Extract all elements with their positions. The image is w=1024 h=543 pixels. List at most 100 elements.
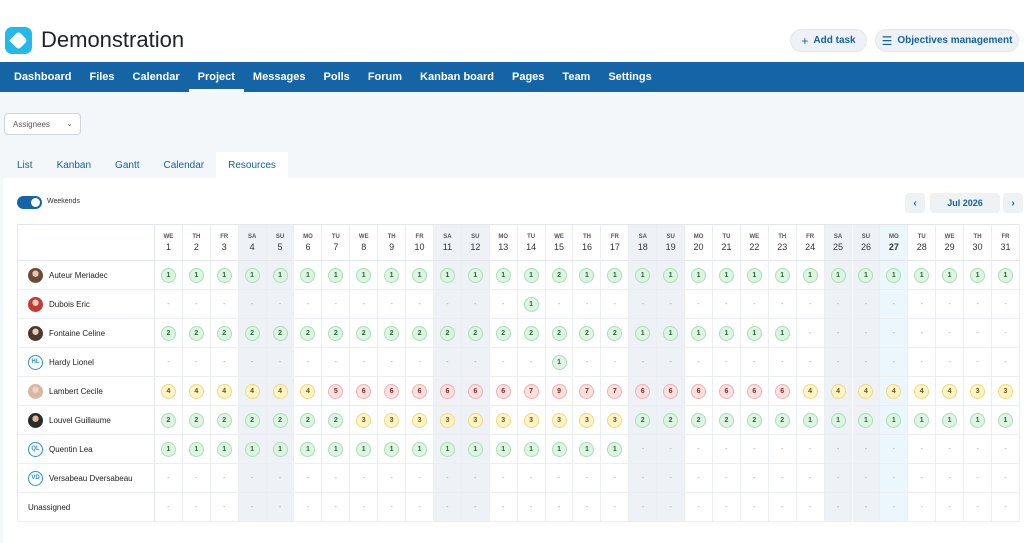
workload-cell[interactable]: 2 (573, 319, 602, 348)
workload-cell[interactable]: 2 (657, 406, 686, 435)
workload-cell[interactable]: - (880, 493, 909, 522)
workload-cell[interactable]: - (852, 464, 881, 493)
workload-cell[interactable]: - (908, 435, 937, 464)
workload-cell[interactable]: - (936, 348, 965, 377)
workload-cell[interactable]: - (155, 464, 183, 493)
workload-cell[interactable]: - (657, 435, 686, 464)
workload-cell[interactable]: 6 (713, 377, 741, 406)
workload-cell[interactable]: 7 (517, 377, 546, 406)
workload-cell[interactable]: 3 (601, 406, 630, 435)
workload-cell[interactable]: - (489, 290, 518, 319)
workload-cell[interactable]: 1 (238, 261, 267, 290)
workload-cell[interactable]: - (461, 493, 490, 522)
resource-row-name[interactable]: Louvel Guillaume (18, 406, 155, 435)
workload-cell[interactable]: - (964, 493, 992, 522)
workload-cell[interactable]: 1 (294, 261, 323, 290)
workload-cell[interactable]: 1 (685, 319, 713, 348)
workload-cell[interactable]: 1 (573, 261, 602, 290)
resource-row-name[interactable]: HL Hardy Lionel (18, 348, 155, 377)
nav-item-dashboard[interactable]: Dashboard (5, 62, 80, 92)
workload-cell[interactable]: - (992, 319, 1020, 348)
workload-cell[interactable]: 6 (740, 377, 769, 406)
resource-row-name[interactable]: Auteur Meriadec (18, 261, 155, 290)
workload-cell[interactable]: - (908, 348, 937, 377)
workload-cell[interactable]: - (992, 290, 1020, 319)
workload-cell[interactable]: 4 (908, 377, 937, 406)
workload-cell[interactable]: - (238, 348, 267, 377)
workload-cell[interactable]: - (852, 493, 881, 522)
workload-cell[interactable]: - (517, 348, 546, 377)
workload-cell[interactable]: - (713, 435, 741, 464)
workload-cell[interactable]: - (852, 435, 881, 464)
workload-cell[interactable]: 6 (350, 377, 379, 406)
workload-cell[interactable]: 4 (210, 377, 239, 406)
workload-cell[interactable]: - (713, 348, 741, 377)
tab-list[interactable]: List (5, 152, 45, 178)
workload-cell[interactable]: 6 (685, 377, 713, 406)
workload-cell[interactable]: 3 (434, 406, 462, 435)
workload-cell[interactable]: - (238, 290, 267, 319)
workload-cell[interactable]: - (210, 464, 239, 493)
workload-cell[interactable]: - (936, 290, 965, 319)
workload-cell[interactable]: 4 (936, 377, 965, 406)
workload-cell[interactable]: - (266, 348, 295, 377)
add-task-button[interactable]: + Add task (790, 29, 867, 52)
workload-cell[interactable]: 2 (182, 319, 211, 348)
workload-cell[interactable]: - (796, 348, 825, 377)
tab-calendar[interactable]: Calendar (152, 152, 217, 178)
workload-cell[interactable]: - (238, 493, 267, 522)
workload-cell[interactable]: - (685, 348, 713, 377)
workload-cell[interactable]: - (629, 435, 658, 464)
workload-cell[interactable]: 3 (992, 377, 1020, 406)
workload-cell[interactable]: - (796, 319, 825, 348)
workload-cell[interactable]: - (964, 435, 992, 464)
nav-item-polls[interactable]: Polls (315, 62, 359, 92)
workload-cell[interactable]: - (824, 319, 853, 348)
workload-cell[interactable]: 6 (434, 377, 462, 406)
workload-cell[interactable]: 1 (155, 261, 183, 290)
workload-cell[interactable]: - (434, 348, 462, 377)
workload-cell[interactable]: - (824, 290, 853, 319)
workload-cell[interactable]: 2 (238, 319, 267, 348)
workload-cell[interactable]: 1 (461, 435, 490, 464)
workload-cell[interactable]: 1 (322, 435, 351, 464)
workload-cell[interactable]: - (378, 464, 407, 493)
workload-cell[interactable]: 2 (713, 406, 741, 435)
workload-cell[interactable]: 2 (155, 319, 183, 348)
nav-item-settings[interactable]: Settings (599, 62, 660, 92)
resource-row-name[interactable]: Dubois Eric (18, 290, 155, 319)
workload-cell[interactable]: - (992, 464, 1020, 493)
workload-cell[interactable]: 3 (489, 406, 518, 435)
workload-cell[interactable]: - (852, 348, 881, 377)
workload-cell[interactable]: - (573, 348, 602, 377)
workload-cell[interactable]: 1 (936, 406, 965, 435)
nav-item-kanban-board[interactable]: Kanban board (411, 62, 503, 92)
workload-cell[interactable]: - (880, 435, 909, 464)
workload-cell[interactable]: - (964, 290, 992, 319)
workload-cell[interactable]: 6 (657, 377, 686, 406)
workload-cell[interactable]: 1 (434, 261, 462, 290)
workload-cell[interactable]: - (796, 435, 825, 464)
nav-item-project[interactable]: Project (188, 62, 245, 92)
workload-cell[interactable]: 1 (824, 406, 853, 435)
workload-cell[interactable]: 2 (768, 406, 797, 435)
workload-cell[interactable]: 1 (880, 406, 909, 435)
workload-cell[interactable]: 1 (517, 261, 546, 290)
workload-cell[interactable]: 1 (182, 435, 211, 464)
workload-cell[interactable]: - (378, 290, 407, 319)
resource-row-name[interactable]: VD Versabeau Dversabeau (18, 464, 155, 493)
resource-row-name[interactable]: Lambert Cecile (18, 377, 155, 406)
workload-cell[interactable]: 1 (908, 261, 937, 290)
workload-cell[interactable]: 1 (238, 435, 267, 464)
workload-cell[interactable]: 1 (545, 435, 574, 464)
workload-cell[interactable]: 2 (489, 319, 518, 348)
workload-cell[interactable]: 7 (573, 377, 602, 406)
workload-cell[interactable]: - (629, 493, 658, 522)
workload-cell[interactable]: - (740, 290, 769, 319)
workload-cell[interactable]: 1 (266, 435, 295, 464)
workload-cell[interactable]: 1 (964, 261, 992, 290)
workload-cell[interactable]: 6 (768, 377, 797, 406)
objectives-management-button[interactable]: ☰ Objectives management (875, 29, 1019, 52)
workload-cell[interactable]: - (517, 464, 546, 493)
workload-cell[interactable]: - (155, 493, 183, 522)
